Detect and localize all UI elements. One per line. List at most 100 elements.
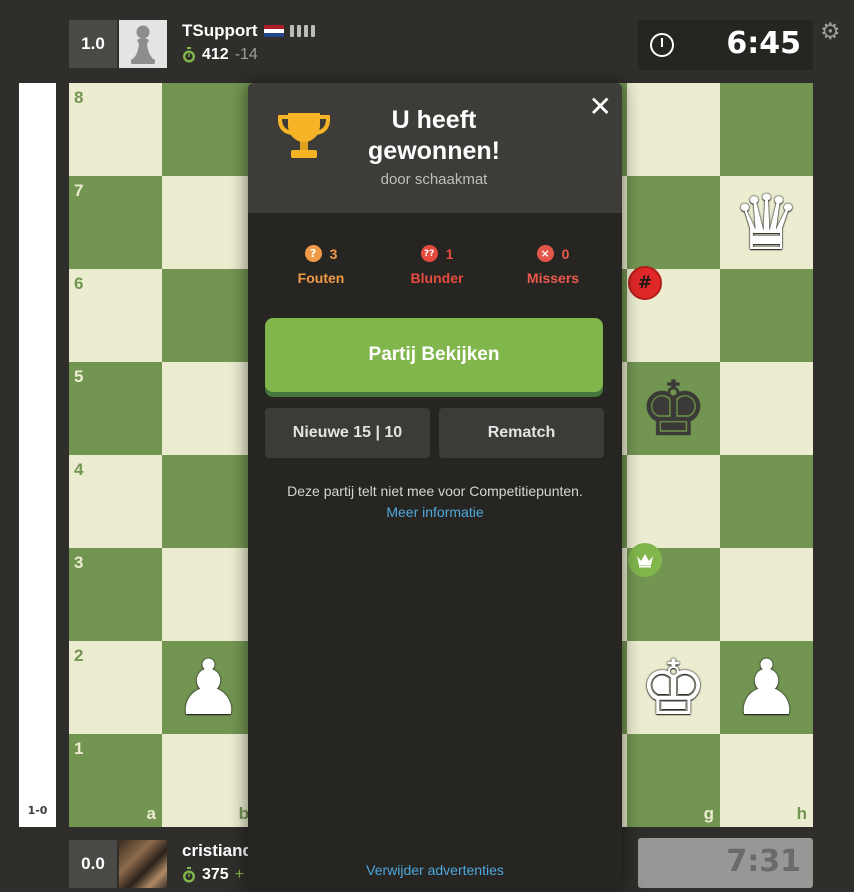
square-h8[interactable] [720, 83, 813, 176]
misses-count: 0 [561, 245, 570, 262]
competition-note-text: Deze partij telt niet mee voor Competiti… [287, 483, 583, 499]
more-info-link[interactable]: Meer informatie [248, 502, 622, 523]
blunders-count: 1 [445, 245, 454, 262]
square-g2[interactable]: ♚ [627, 641, 720, 734]
square-b3[interactable] [162, 548, 255, 641]
square-g7[interactable] [627, 176, 720, 269]
bottom-clock-time: 7:31 [726, 844, 801, 879]
square-h2[interactable]: ♟ [720, 641, 813, 734]
bottom-player-name[interactable]: cristiand [182, 841, 253, 861]
top-player-rating: 412 [202, 46, 229, 63]
square-h1[interactable]: h [720, 734, 813, 827]
rank-label: 4 [74, 460, 84, 479]
bottom-player-rating-row: 375 + [182, 866, 244, 884]
square-a4[interactable]: 4 [69, 455, 162, 548]
top-clock-time: 6:45 [726, 26, 801, 61]
top-player-rating-delta: -14 [234, 46, 258, 63]
stat-blunders[interactable]: ?? 1 Blunder [392, 245, 482, 286]
rank-label: 8 [74, 88, 84, 107]
timer-icon [183, 867, 195, 883]
square-b1[interactable]: b [162, 734, 255, 827]
bottom-player-name-row: cristiand [182, 841, 253, 861]
square-h6[interactable] [720, 269, 813, 362]
file-label: g [703, 804, 714, 823]
square-a6[interactable]: 6 [69, 269, 162, 362]
blunders-label: Blunder [410, 270, 464, 286]
square-b4[interactable] [162, 455, 255, 548]
modal-title: U heeft gewonnen! [368, 106, 500, 165]
top-player-card: 1.0 TSupport 412 -14 [69, 18, 469, 70]
timer-icon [183, 47, 195, 63]
new-game-button[interactable]: Nieuwe 15 | 10 [265, 408, 430, 458]
square-h4[interactable] [720, 455, 813, 548]
netherlands-flag-icon [263, 24, 284, 38]
square-b8[interactable] [162, 83, 255, 176]
flag-stripe-blue [263, 33, 284, 38]
bottom-player-score: 0.0 [69, 840, 117, 888]
competition-note: Deze partij telt niet mee voor Competiti… [248, 481, 622, 523]
top-player-score: 1.0 [69, 20, 117, 68]
stat-mistakes[interactable]: ? 3 Fouten [276, 245, 366, 286]
stat-misses[interactable]: × 0 Missers [508, 245, 598, 286]
top-player-rating-row: 412 -14 [182, 46, 258, 64]
bottom-clock: 7:31 [638, 838, 813, 888]
square-a1[interactable]: 1a [69, 734, 162, 827]
connection-strength-icon [289, 25, 315, 37]
game-over-modal: U heeft gewonnen! door schaakmat ✕ ? 3 F… [248, 83, 622, 892]
white-queen-icon[interactable]: ♛ [720, 176, 813, 269]
square-b2[interactable]: ♟ [162, 641, 255, 734]
file-label: h [796, 804, 807, 823]
square-a7[interactable]: 7 [69, 176, 162, 269]
rank-label: 1 [74, 739, 84, 758]
winner-crown-icon [628, 543, 662, 577]
review-game-button[interactable]: Partij Bekijken [265, 318, 603, 392]
square-a8[interactable]: 8 [69, 83, 162, 176]
close-icon[interactable]: ✕ [589, 93, 612, 121]
evaluation-label: 1-0 [27, 804, 48, 817]
bottom-player-rating-delta: + [234, 866, 245, 883]
miss-icon: × [536, 245, 554, 262]
white-pawn-icon[interactable]: ♟ [720, 641, 813, 734]
gear-icon[interactable]: ⚙ [820, 20, 841, 43]
mistakes-label: Fouten [297, 270, 345, 286]
move-stats: ? 3 Fouten ?? 1 Blunder × 0 Missers [248, 245, 622, 286]
rematch-button[interactable]: Rematch [439, 408, 604, 458]
rank-label: 6 [74, 274, 84, 293]
square-h7[interactable]: ♛ [720, 176, 813, 269]
evaluation-bar: 1-0 [19, 83, 56, 827]
rank-label: 5 [74, 367, 84, 386]
modal-header: U heeft gewonnen! door schaakmat ✕ [248, 83, 622, 213]
square-g1[interactable]: g [627, 734, 720, 827]
top-player-avatar[interactable] [119, 20, 167, 68]
modal-subtitle: door schaakmat [380, 171, 488, 188]
mistake-icon: ? [304, 245, 322, 262]
file-label: a [146, 804, 156, 823]
bottom-player-avatar[interactable] [119, 840, 167, 888]
remove-ads-link[interactable]: Verwijder advertenties [248, 862, 622, 878]
white-king-icon[interactable]: ♚ [627, 641, 720, 734]
top-player-name-row: TSupport [182, 21, 315, 41]
square-g4[interactable] [627, 455, 720, 548]
mistakes-count: 3 [329, 245, 338, 262]
square-a5[interactable]: 5 [69, 362, 162, 455]
white-pawn-icon[interactable]: ♟ [162, 641, 255, 734]
black-king-icon[interactable]: ♚ [627, 362, 720, 455]
square-g8[interactable] [627, 83, 720, 176]
top-clock: 6:45 [638, 20, 813, 70]
square-a2[interactable]: 2 [69, 641, 162, 734]
top-player-name[interactable]: TSupport [182, 21, 258, 41]
trophy-icon [277, 113, 331, 158]
clock-icon [650, 33, 674, 57]
rank-label: 3 [74, 553, 84, 572]
rank-label: 7 [74, 181, 84, 200]
square-b7[interactable] [162, 176, 255, 269]
misses-label: Missers [526, 270, 580, 286]
square-b6[interactable] [162, 269, 255, 362]
square-h3[interactable] [720, 548, 813, 641]
square-g5[interactable]: ♚ [627, 362, 720, 455]
square-a3[interactable]: 3 [69, 548, 162, 641]
bottom-player-rating: 375 [202, 866, 229, 883]
square-h5[interactable] [720, 362, 813, 455]
blunder-icon: ?? [420, 245, 438, 262]
square-b5[interactable] [162, 362, 255, 455]
